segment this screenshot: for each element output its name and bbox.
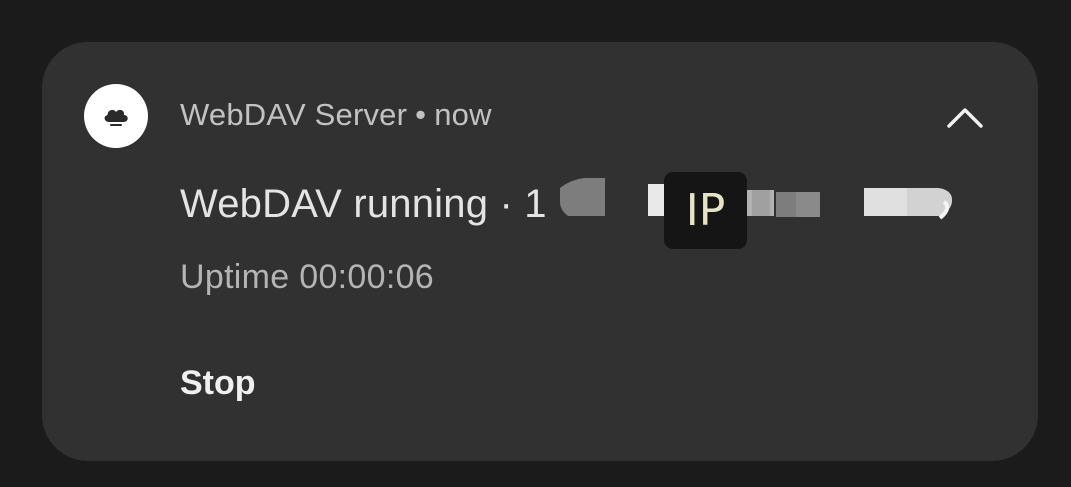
header-separator: • bbox=[415, 97, 427, 132]
redacted-address bbox=[560, 178, 952, 220]
app-icon-container bbox=[84, 84, 148, 148]
stop-button[interactable]: Stop bbox=[178, 360, 258, 407]
notification-card[interactable]: WebDAV Server • now WebDAV running · 1 IP … bbox=[42, 42, 1038, 461]
notification-time: now bbox=[434, 97, 492, 132]
chevron-up-icon bbox=[947, 108, 983, 128]
uptime-text: Uptime 00:00:06 bbox=[180, 258, 434, 296]
redaction-badge: IP bbox=[664, 172, 747, 249]
collapse-button[interactable] bbox=[938, 97, 992, 137]
notification-header: WebDAV Server • now bbox=[180, 97, 492, 133]
cloud-icon bbox=[104, 109, 128, 126]
app-name: WebDAV Server bbox=[180, 97, 408, 132]
notification-title: WebDAV running · 1 bbox=[180, 182, 547, 226]
